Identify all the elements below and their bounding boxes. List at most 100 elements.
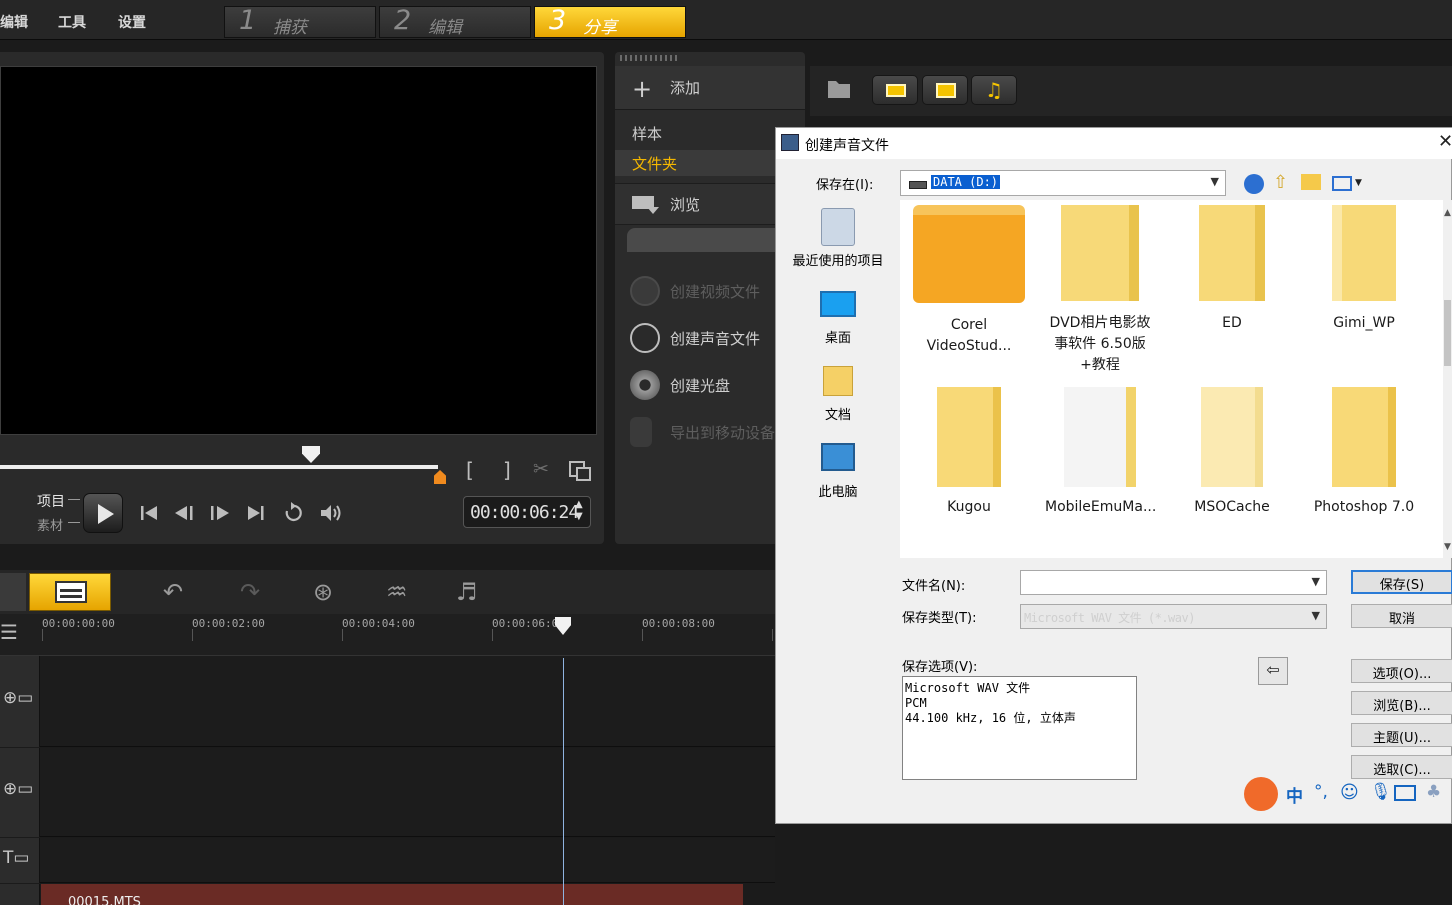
mode-clip-label[interactable]: 素材 [37,515,63,534]
menu-settings[interactable]: 设置 [118,12,146,32]
save-button[interactable]: 保存(S) [1351,570,1452,594]
emoji-icon[interactable]: ☺ [1340,782,1359,803]
go-to-end-icon[interactable] [245,502,267,528]
folder-icon [1064,387,1136,487]
folder-name: DVD相片电影故事软件 6.50版+教程 [1049,315,1151,373]
place-this-pc[interactable]: 此电脑 [781,443,895,500]
filetype-select[interactable]: Microsoft WAV 文件 (*.wav) ▼ [1020,604,1327,629]
show-audio-button[interactable]: ♫ [971,75,1017,105]
scrollbar-thumb[interactable] [1444,300,1451,366]
ime-toolbar: 中 °, ☺ 🎙 ♣ [1242,776,1452,812]
folder-icon [937,387,1001,487]
folder-item[interactable]: MSOCache [1177,387,1287,518]
browse-button[interactable]: 浏览(B)... [1351,691,1452,715]
place-desktop[interactable]: 桌面 [781,291,895,346]
scrub-bar[interactable] [0,465,438,469]
options-button[interactable]: 选项(O)... [1351,659,1452,683]
ruler-tick [772,629,773,641]
previous-frame-icon[interactable] [172,502,196,528]
scroll-up-icon[interactable]: ▲ [1444,208,1451,218]
theme-button[interactable]: 主题(U)... [1351,723,1452,747]
filename-field[interactable]: ▼ [1020,570,1327,595]
punctuation-icon[interactable]: °, [1314,782,1328,802]
library-search-tab[interactable] [627,228,797,252]
mode-project-label[interactable]: 项目 [37,491,65,511]
menu-edit[interactable]: 编辑 [0,12,28,32]
back-icon[interactable] [1244,174,1264,194]
mark-out-button[interactable]: ] [503,458,511,482]
show-video-button[interactable] [872,75,918,105]
audio-mixer-icon[interactable]: ♒ [386,578,408,606]
step-tab-share[interactable]: 3 分享 [534,5,686,38]
folder-item[interactable]: DVD相片电影故事软件 6.50版+教程 [1045,205,1155,376]
plus-icon: + [632,75,653,103]
view-chevron-icon[interactable]: ▼ [1355,178,1362,188]
save-in-combo[interactable]: DATA (D:) ▼ [900,170,1226,196]
file-list-scrollbar[interactable] [1443,200,1452,558]
mark-in-button[interactable]: [ [466,458,474,482]
cancel-button[interactable]: 取消 [1351,604,1452,628]
timecode-stepper-icon[interactable]: ▲ ▼ [575,499,583,523]
volume-icon[interactable] [318,501,344,529]
sogou-logo-icon[interactable] [1244,777,1278,811]
preview-screen [0,66,597,435]
new-folder-icon[interactable] [1301,174,1321,190]
timeline-clip[interactable] [41,884,743,905]
place-recent[interactable]: 最近使用的项目 [781,208,895,269]
panel-grip[interactable] [620,55,680,61]
return-arrow-icon[interactable]: ⇦ [1258,657,1288,685]
title-track[interactable] [0,838,775,883]
folder-item[interactable]: Kugou [914,387,1024,518]
folder-name: Kugou [947,499,991,515]
add-folder-row[interactable]: + 添加 [615,66,805,110]
go-to-start-icon[interactable] [138,502,160,528]
title-track-header[interactable]: T▭ [0,838,40,883]
repeat-icon[interactable] [281,501,305,529]
auto-music-icon[interactable]: ♬ [456,578,478,606]
folder-item[interactable]: Gimi_WP [1309,205,1419,334]
folder-item[interactable]: MobileEmuMa... [1045,387,1157,518]
mobile-device-icon [630,417,652,447]
scissors-icon[interactable]: ✂ [533,458,549,480]
step-label: 分享 [583,18,617,38]
keyboard-icon[interactable] [1394,785,1416,801]
skin-icon[interactable]: ♣ [1426,782,1441,802]
options-textbox[interactable]: Microsoft WAV 文件 PCM 44.100 kHz, 16 位, 立… [902,676,1137,780]
folder-item[interactable]: Corel VideoStud... [913,205,1025,357]
save-in-label: 保存在(I): [816,178,874,193]
overlay-track[interactable] [0,748,775,837]
play-button[interactable] [83,493,123,533]
record-capture-icon[interactable]: ⊛ [313,578,333,606]
menu-tools[interactable]: 工具 [58,12,86,32]
chevron-down-icon: ▼ [1311,609,1320,622]
video-track-header[interactable]: ⊕▭ [0,656,40,747]
close-icon[interactable]: ✕ [1438,131,1452,152]
step-tab-edit[interactable]: 2 编辑 [379,5,531,38]
timeline-view-button[interactable] [0,573,26,611]
audio-track-header[interactable] [0,884,40,905]
timecode-field[interactable]: 00:00:06:24 [463,496,591,528]
folder-open-icon[interactable] [826,76,854,106]
next-frame-icon[interactable] [208,502,232,528]
ime-mode[interactable]: 中 [1286,782,1303,807]
undo-icon[interactable]: ↶ [163,578,183,606]
folder-item[interactable]: ED [1177,205,1287,334]
library-item-sample[interactable]: 样本 [632,123,662,144]
overlay-track-header[interactable]: ⊕▭ [0,748,40,837]
redo-icon[interactable]: ↷ [240,578,260,606]
microphone-icon[interactable]: 🎙 [1370,782,1392,802]
video-track[interactable] [0,656,775,747]
folder-name: MobileEmuMa... [1045,499,1157,515]
folder-name: ED [1222,315,1242,331]
desktop-icon [820,291,856,317]
enlarge-preview-icon[interactable] [568,459,592,487]
storyboard-view-button[interactable] [29,573,111,611]
folder-item[interactable]: Photoshop 7.0 [1309,387,1419,518]
place-documents[interactable]: 文档 [781,366,895,423]
view-menu-icon[interactable] [1332,176,1352,191]
show-photo-button[interactable] [922,75,968,105]
track-manager-icon[interactable]: ☰ [0,620,18,644]
step-tab-capture[interactable]: 1 捕获 [224,5,376,38]
scroll-down-icon[interactable]: ▼ [1444,542,1451,552]
up-folder-icon[interactable]: ⇧ [1273,172,1288,193]
